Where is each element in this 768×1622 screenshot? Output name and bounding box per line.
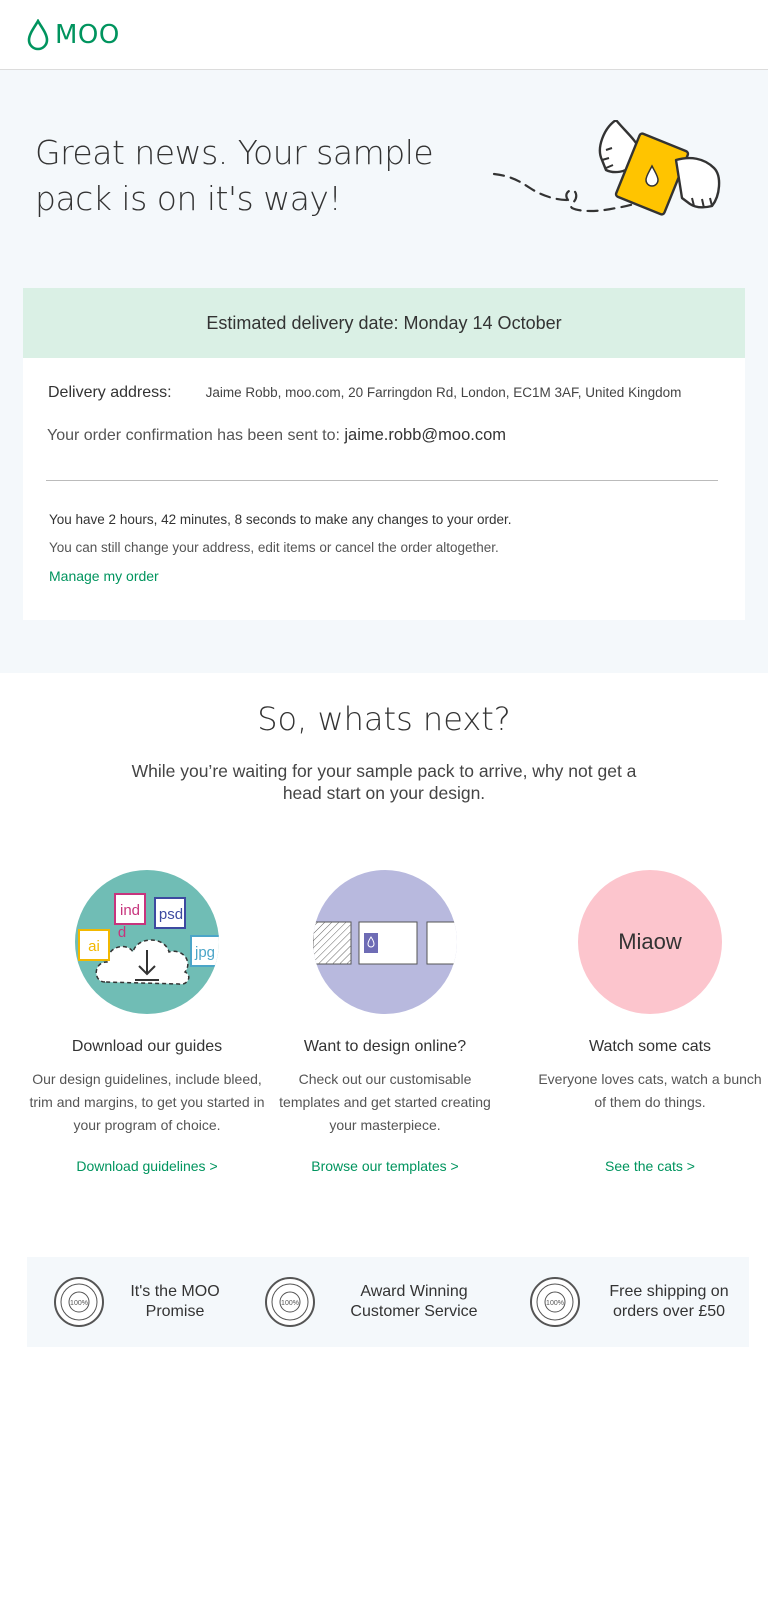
download-guidelines-link[interactable]: Download guidelines >: [27, 1158, 267, 1174]
feature-title: Download our guides: [71, 1038, 223, 1055]
delivery-address-label: Delivery address:: [48, 384, 172, 401]
estimated-delivery-banner: Estimated delivery date: Monday 14 Octob…: [23, 288, 745, 358]
change-note-text: You can still change your address, edit …: [49, 540, 499, 555]
logo-text: MOO: [55, 20, 120, 50]
business-card-templates-icon: [313, 921, 457, 965]
delivery-address-value: Jaime Robb, moo.com, 20 Farringdon Rd, L…: [205, 385, 682, 400]
feature-title: Watch some cats: [588, 1038, 712, 1055]
promise-text: It's the MOO Promise: [130, 1283, 220, 1320]
promise-item-free-shipping: 100% Free shipping on orders over £50: [529, 1257, 739, 1347]
feature-body: Everyone loves cats, watch a bunch of th…: [538, 1071, 762, 1110]
guides-illustration: ind d psd ai jpg: [75, 870, 219, 1014]
browse-templates-link[interactable]: Browse our templates >: [265, 1158, 505, 1174]
svg-text:100%: 100%: [70, 1300, 88, 1307]
hero-title: Great news. Your sample pack is on it's …: [35, 133, 434, 218]
see-the-cats-link[interactable]: See the cats >: [530, 1158, 768, 1174]
whats-next-subtitle: While you’re waiting for your sample pac…: [131, 761, 637, 803]
moo-logo[interactable]: MOO: [27, 19, 120, 51]
cloud-download-icon: ind d psd ai jpg: [78, 893, 219, 985]
drop-logo-icon: [27, 19, 49, 51]
manage-order-link[interactable]: Manage my order: [49, 568, 159, 584]
confirmation-row: Your order confirmation has been sent to…: [47, 426, 506, 445]
promise-bar: 100% It's the MOO Promise 100% Award Win…: [27, 1257, 749, 1347]
feature-title: Want to design online?: [303, 1038, 467, 1055]
file-tag-ai: ai: [88, 938, 100, 955]
feature-body: Check out our customisable templates and…: [279, 1071, 491, 1133]
promise-item-customer-service: 100% Award Winning Customer Service: [264, 1257, 484, 1347]
feature-download-guides: ind d psd ai jpg Download our guides Our…: [27, 870, 267, 1174]
svg-text:100%: 100%: [546, 1300, 564, 1307]
header: MOO: [0, 0, 768, 70]
file-tag-ind: ind: [120, 902, 140, 919]
svg-text:100%: 100%: [281, 1300, 299, 1307]
file-tag-jpg: jpg: [194, 944, 215, 961]
divider: [46, 480, 718, 481]
change-timer-text: You have 2 hours, 42 minutes, 8 seconds …: [49, 512, 512, 527]
delivery-address-row: Delivery address: Jaime Robb, moo.com, 2…: [48, 384, 681, 402]
file-tag-d: d: [118, 924, 126, 941]
cats-circle[interactable]: Miaow: [578, 870, 722, 1014]
satisfaction-badge-icon: 100%: [530, 1277, 580, 1327]
feature-body: Our design guidelines, include bleed, tr…: [29, 1071, 265, 1133]
confirmation-prefix: Your order confirmation has been sent to…: [47, 427, 340, 444]
confirmation-email: jaime.robb@moo.com: [344, 426, 507, 444]
promise-text: Award Winning Customer Service: [350, 1283, 478, 1320]
templates-illustration: [313, 870, 457, 1014]
flying-pack-illustration: [492, 120, 721, 216]
satisfaction-badge-icon: 100%: [54, 1277, 104, 1327]
file-tag-psd: psd: [159, 906, 183, 923]
satisfaction-badge-icon: 100%: [265, 1277, 315, 1327]
feature-design-online: Want to design online? Check out our cus…: [265, 870, 505, 1174]
promise-item-moo-promise: 100% It's the MOO Promise: [53, 1257, 225, 1347]
feature-watch-cats: Miaow Watch some cats Everyone loves cat…: [530, 870, 768, 1174]
order-details-card: Delivery address: Jaime Robb, moo.com, 2…: [23, 358, 745, 620]
whats-next-title: So, whats next?: [257, 700, 511, 738]
promise-text: Free shipping on orders over £50: [609, 1283, 729, 1320]
miaow-label: Miaow: [618, 929, 682, 954]
